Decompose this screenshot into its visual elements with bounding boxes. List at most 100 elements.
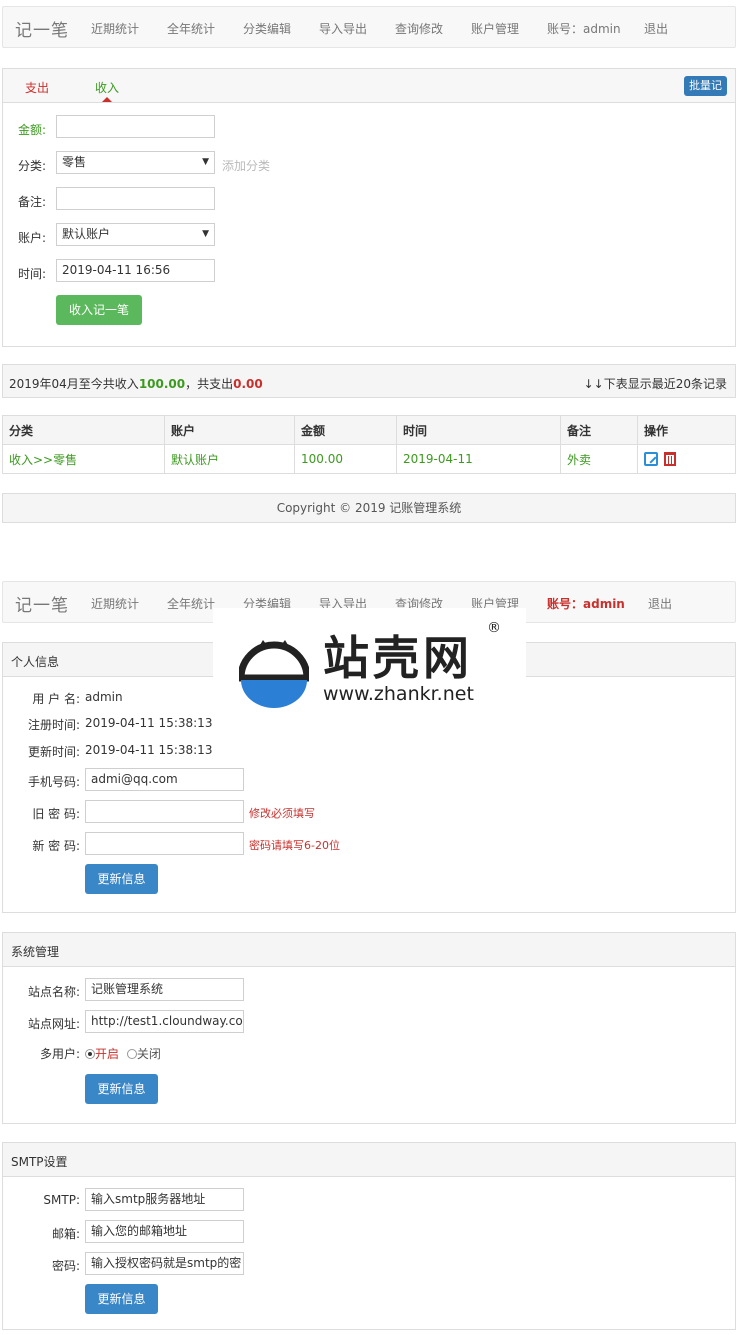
submit-income-button[interactable]: 收入记一笔 [56, 295, 142, 325]
registered-icon: ® [487, 620, 501, 636]
smtp-password-input[interactable]: 输入授权密码就是smtp的密 [85, 1252, 244, 1275]
cell-category: 收入>>零售 [2, 444, 165, 474]
records-table: 分类 账户 金额 时间 备注 操作 收入>>零售 默认账户 100.00 201… [2, 415, 736, 474]
brand-logo[interactable]: 记一笔 [15, 16, 69, 41]
nav-account-user-active[interactable]: 账号：admin [547, 595, 625, 612]
smtp-panel: SMTP设置 SMTP: 输入smtp服务器地址 邮箱: 输入您的邮箱地址 密码… [2, 1142, 736, 1330]
smtp-label: SMTP: [43, 1193, 80, 1207]
new-password-hint: 密码请填写6-20位 [249, 839, 340, 852]
category-label: 分类: [18, 159, 47, 173]
new-password-label: 新 密 码: [32, 839, 80, 853]
col-amount: 金额 [294, 415, 397, 445]
smtp-input[interactable]: 输入smtp服务器地址 [85, 1188, 244, 1211]
entry-tabs: 支出 收入 批量记 [3, 69, 735, 103]
radio-on[interactable] [85, 1049, 95, 1059]
panel-header: SMTP设置 [3, 1143, 735, 1177]
panel-header: 系统管理 [3, 933, 735, 967]
nav-year-stats[interactable]: 全年统计 [167, 20, 215, 37]
old-password-hint: 修改必须填写 [249, 807, 315, 820]
update-smtp-button[interactable]: 更新信息 [85, 1284, 158, 1314]
cell-time: 2019-04-11 [396, 444, 561, 474]
mail-input[interactable]: 输入您的邮箱地址 [85, 1220, 244, 1243]
summary-prefix: 2019年04月至今共收入 [9, 377, 139, 391]
radio-on-label[interactable]: 开启 [95, 1047, 119, 1061]
username-label: 用 户 名: [32, 692, 80, 706]
table-header-row: 分类 账户 金额 时间 备注 操作 [2, 415, 736, 445]
nav-recent-stats[interactable]: 近期统计 [91, 20, 139, 37]
panel-title: SMTP设置 [11, 1155, 68, 1169]
entry-panel: 支出 收入 批量记 金额: 分类: 零售 ▼ 添加分类 备注: 账户: 默认账户… [2, 68, 736, 347]
note-input[interactable] [56, 187, 215, 210]
nav-account-manage[interactable]: 账户管理 [471, 20, 519, 37]
watermark-name: 站壳网 [323, 631, 473, 685]
username-value: admin [85, 690, 123, 704]
update-personal-button[interactable]: 更新信息 [85, 864, 158, 894]
col-category: 分类 [2, 415, 165, 445]
summary-expense: 0.00 [233, 377, 263, 391]
nav-logout[interactable]: 退出 [648, 595, 672, 612]
mail-label: 邮箱: [51, 1227, 80, 1241]
summary-recent-note: ↓↓下表显示最近20条记录 [583, 377, 727, 391]
edit-icon[interactable] [644, 452, 658, 467]
table-row: 收入>>零售 默认账户 100.00 2019-04-11 外卖 [2, 444, 736, 474]
nav-logout[interactable]: 退出 [644, 20, 668, 37]
col-note: 备注 [560, 415, 638, 445]
nav-recent-stats[interactable]: 近期统计 [91, 595, 139, 612]
phone-input[interactable]: admi@qq.com [85, 768, 244, 791]
brand-logo[interactable]: 记一笔 [15, 591, 69, 616]
cell-actions [637, 444, 736, 474]
trash-icon[interactable] [664, 452, 676, 467]
update-time-value: 2019-04-11 15:38:13 [85, 743, 213, 757]
watermark-url: www.zhankr.net [323, 683, 474, 705]
system-panel: 系统管理 站点名称: 记账管理系统 站点网址: http://test1.clo… [2, 932, 736, 1124]
register-time-label: 注册时间: [27, 718, 80, 732]
site-name-input[interactable]: 记账管理系统 [85, 978, 244, 1001]
amount-label: 金额: [18, 123, 47, 137]
col-actions: 操作 [637, 415, 736, 445]
cat-logo-icon [239, 640, 309, 708]
radio-off-label[interactable]: 关闭 [137, 1047, 161, 1061]
cell-amount: 100.00 [294, 444, 397, 474]
col-time: 时间 [396, 415, 561, 445]
cell-account: 默认账户 [164, 444, 295, 474]
add-category-link[interactable]: 添加分类 [222, 157, 270, 174]
cell-note: 外卖 [560, 444, 638, 474]
new-password-input[interactable] [85, 832, 244, 855]
dropdown-arrow-icon: ▼ [202, 157, 209, 167]
category-select[interactable]: 零售 ▼ [56, 151, 215, 174]
nav-query-modify[interactable]: 查询修改 [395, 20, 443, 37]
site-url-input[interactable]: http://test1.cloundway.com [85, 1010, 244, 1033]
note-label: 备注: [18, 195, 47, 209]
account-select[interactable]: 默认账户 ▼ [56, 223, 215, 246]
account-select-value: 默认账户 [62, 227, 111, 241]
smtp-password-label: 密码: [51, 1259, 80, 1273]
amount-input[interactable] [56, 115, 215, 138]
col-account: 账户 [164, 415, 295, 445]
update-system-button[interactable]: 更新信息 [85, 1074, 158, 1104]
radio-off[interactable] [126, 1049, 137, 1059]
summary-text: 2019年04月至今共收入100.00，共支出0.00 [9, 375, 263, 392]
panel-title: 个人信息 [11, 655, 60, 669]
dropdown-arrow-icon: ▼ [202, 229, 209, 239]
panel-title: 系统管理 [11, 945, 60, 959]
top-navbar: 记一笔 近期统计 全年统计 分类编辑 导入导出 查询修改 账户管理 账号：adm… [2, 6, 736, 48]
nav-category-edit[interactable]: 分类编辑 [243, 20, 291, 37]
copyright-footer: Copyright © 2019 记账管理系统 [2, 493, 736, 523]
time-label: 时间: [18, 267, 47, 281]
summary-middle: ，共支出 [185, 377, 234, 391]
tab-income[interactable]: 收入 [95, 79, 119, 96]
nav-account-user[interactable]: 账号：admin [547, 20, 621, 37]
summary-income: 100.00 [138, 377, 186, 391]
site-url-label: 站点网址: [27, 1017, 80, 1031]
nav-year-stats[interactable]: 全年统计 [167, 595, 215, 612]
old-password-input[interactable] [85, 800, 244, 823]
update-time-label: 更新时间: [27, 745, 80, 759]
account-label: 账户: [18, 231, 47, 245]
tab-expense[interactable]: 支出 [25, 79, 49, 96]
old-password-label: 旧 密 码: [32, 807, 80, 821]
category-select-value: 零售 [62, 155, 87, 169]
nav-import-export[interactable]: 导入导出 [319, 20, 367, 37]
batch-entry-button[interactable]: 批量记 [684, 76, 727, 96]
time-input[interactable]: 2019-04-11 16:56 [56, 259, 215, 282]
active-tab-caret-icon [102, 97, 112, 102]
